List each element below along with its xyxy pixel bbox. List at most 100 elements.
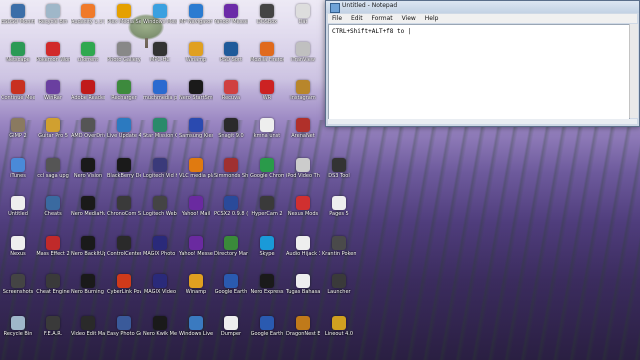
desktop-icon[interactable]: Audio Hijack 3 [286, 236, 320, 257]
desktop-icon[interactable]: Nero Express [250, 274, 284, 295]
desktop-icon[interactable]: Continue Meets... [1, 80, 35, 101]
desktop-icon[interactable]: Recuva [214, 80, 248, 101]
app-icon [153, 236, 167, 250]
desktop-icon[interactable]: Yahoo! Messenger [214, 4, 248, 25]
desktop-icon[interactable]: Cheats [36, 196, 70, 217]
desktop-icon[interactable]: ChronoCom Snake Game [107, 196, 141, 217]
desktop-icon[interactable]: Samsung Kies [179, 118, 213, 139]
desktop-icon[interactable]: Google Earth [250, 316, 284, 337]
desktop-icon[interactable]: ESDSO Monitors [1, 4, 35, 25]
desktop-icon[interactable]: F.E.A.R. [36, 316, 70, 337]
desktop-icon[interactable]: Directory Manager [214, 236, 248, 257]
desktop-icon[interactable]: MAGIX Photo M... [143, 236, 177, 257]
desktop-icon[interactable]: Dat [286, 4, 320, 25]
desktop-icon[interactable]: ccl saga upg [36, 158, 70, 179]
desktop-icon[interactable]: Pages 5 [322, 196, 356, 217]
desktop-icon[interactable]: Recharger [107, 80, 141, 101]
desktop-icon[interactable]: CyberLink PowerDVD [107, 274, 141, 295]
desktop-icon[interactable]: WinRar [36, 80, 70, 101]
desktop-icon[interactable]: GIMP 2 [1, 118, 35, 139]
desktop-icon[interactable]: Google Earth [214, 274, 248, 295]
desktop-icon[interactable]: Photo Gallery [107, 42, 141, 63]
desktop-icon[interactable]: Live Update 4 [107, 118, 141, 139]
vertical-scrollbar[interactable] [629, 24, 638, 118]
desktop-icon[interactable]: Skype [250, 236, 284, 257]
desktop-icon[interactable]: Cheat Engine [36, 274, 70, 295]
desktop-icon[interactable]: Nexus [1, 236, 35, 257]
desktop-icon[interactable]: Logitech Vid HD [143, 158, 177, 179]
desktop-icon[interactable]: Simmonds ShotBeat [214, 158, 248, 179]
desktop-icon[interactable]: Launcher [322, 274, 356, 295]
desktop-icon[interactable]: BlackBerry Desktop [107, 158, 141, 179]
desktop-icon[interactable]: Netscape [1, 42, 35, 63]
desktop-icon[interactable]: Star Mission Online [143, 118, 177, 139]
desktop-icon[interactable]: DragonNest Ent [286, 316, 320, 337]
menu-view[interactable]: View [402, 15, 416, 22]
desktop-icon[interactable]: Nero StartSmart 10 [179, 80, 213, 101]
desktop-icon[interactable]: DOSBox [250, 4, 284, 25]
desktop-icon[interactable]: Nero Vision [71, 158, 105, 179]
desktop-icon[interactable]: Nero Kwik Media [143, 316, 177, 337]
desktop-icon[interactable]: ControlCenter [107, 236, 141, 257]
desktop-icon[interactable]: kmna unst [250, 118, 284, 139]
desktop-icon[interactable]: Yahoo! Mail [179, 196, 213, 217]
desktop-icon[interactable]: Recycle Bin [36, 4, 70, 25]
desktop-icon[interactable]: Snagit 9.0 [214, 118, 248, 139]
desktop-icon[interactable]: Lineout 4.0 [322, 316, 356, 337]
desktop-icon[interactable]: HyperCam 2 [250, 196, 284, 217]
desktop-icon[interactable]: Mass Effect 2 [36, 236, 70, 257]
desktop-icon[interactable]: PCSX2 0.9.8 (r4600) [214, 196, 248, 217]
menu-edit[interactable]: Edit [351, 15, 363, 22]
desktop-icon[interactable]: MP Navigator EX [179, 4, 213, 25]
desktop-icon[interactable]: Screenshots [1, 274, 35, 295]
desktop-icon[interactable]: Instagram [286, 80, 320, 101]
desktop-icon[interactable]: Windows Messenger [143, 4, 177, 25]
menu-format[interactable]: Format [372, 15, 393, 22]
notepad-app-icon [330, 3, 340, 13]
desktop-icon[interactable]: Krantin Pokemon [322, 236, 356, 257]
desktop-icon[interactable]: Windows Live [179, 316, 213, 337]
app-icon [260, 316, 274, 330]
desktop-icon[interactable]: iTranView [286, 42, 320, 63]
menu-file[interactable]: File [332, 15, 342, 22]
app-icon [332, 236, 346, 250]
desktop-icon[interactable]: ArenaNet [286, 118, 320, 139]
desktop-icon[interactable]: iPod Video Thumbnails [286, 158, 320, 179]
desktop-icon[interactable]: Nero MediaHub 10 [71, 196, 105, 217]
desktop-icon[interactable]: Nero BackItUp 10 [71, 236, 105, 257]
desktop-icon[interactable]: Guitar Pro 5 [36, 118, 70, 139]
desktop-icon[interactable]: MPC-HC [143, 42, 177, 63]
desktop-icon[interactable]: uTorrent [71, 42, 105, 63]
desktop-icon[interactable]: iTunes [1, 158, 35, 179]
desktop-icon[interactable]: Winamp [179, 42, 213, 63]
desktop-icon[interactable]: Plex Media Server [107, 4, 141, 25]
desktop-icon[interactable]: AMD OverDrive [71, 118, 105, 139]
desktop-icon[interactable]: Dumper [214, 316, 248, 337]
desktop-icon[interactable]: Nexus Mods [286, 196, 320, 217]
desktop-icon[interactable]: Pokemon World Online [36, 42, 70, 63]
desktop-icon[interactable]: Google Chrome [250, 158, 284, 179]
desktop-icon[interactable]: Winamp [179, 274, 213, 295]
desktop-icon[interactable]: DS3 Tool [322, 158, 356, 179]
desktop-icon[interactable]: Audacity 1.3 Beta (Unic... [71, 4, 105, 25]
app-icon [224, 80, 238, 94]
notepad-window[interactable]: Untitled - Notepad File Edit Format View… [325, 0, 640, 127]
desktop-icon[interactable]: Recycle Bin [1, 316, 35, 337]
desktop-icon[interactable]: Logitech Webcam [143, 196, 177, 217]
desktop-icon[interactable]: Nero Burning ROM 10 [71, 274, 105, 295]
text-editor-area[interactable]: CTRL+Shift+ALT+f8 to | [328, 24, 630, 120]
notepad-titlebar[interactable]: Untitled - Notepad [326, 1, 639, 13]
desktop-icon[interactable]: VLC media player [179, 158, 213, 179]
desktop-icon[interactable]: WR [250, 80, 284, 101]
desktop-icon[interactable]: muchmedia player [143, 80, 177, 101]
desktop-icon[interactable]: Easy Photo Grab [107, 316, 141, 337]
desktop-icon[interactable]: PSD Sort [214, 42, 248, 63]
desktop-icon[interactable]: MAGIX Video [143, 274, 177, 295]
desktop-icon[interactable]: Mozilla Firefox [250, 42, 284, 63]
desktop-icon[interactable]: Yahoo! Messenger [179, 236, 213, 257]
desktop-icon[interactable]: Untitled [1, 196, 35, 217]
menu-help[interactable]: Help [425, 15, 439, 22]
desktop-icon[interactable]: Video Edit Master [71, 316, 105, 337]
desktop-icon[interactable]: Adobe Reader 9 [71, 80, 105, 101]
desktop-icon[interactable]: Tugas Bahasa Inggris [286, 274, 320, 295]
